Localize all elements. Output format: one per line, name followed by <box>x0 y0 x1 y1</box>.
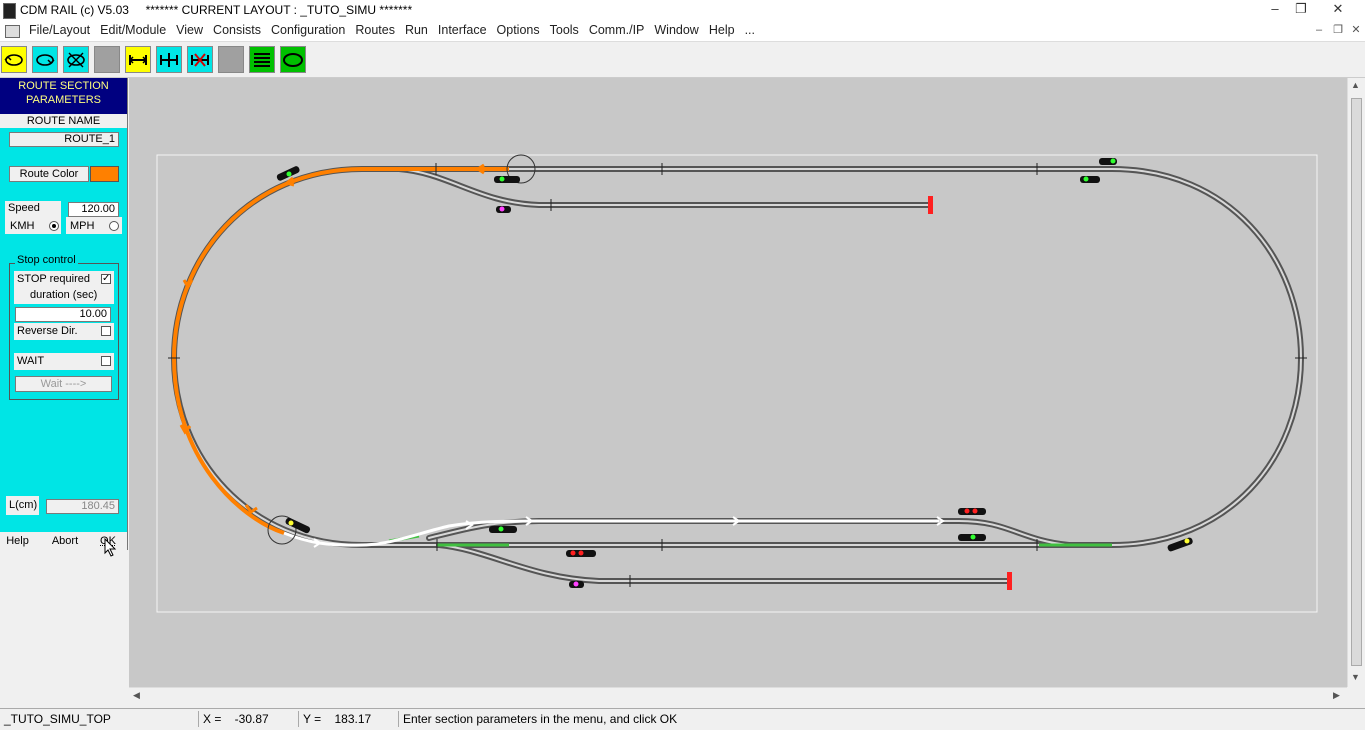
reverse-dir-label: Reverse Dir. <box>17 325 78 337</box>
toolbar-button-5[interactable] <box>125 46 151 73</box>
route-color-swatch[interactable] <box>90 166 119 182</box>
stop-required-label: STOP required <box>17 273 90 285</box>
scroll-left-icon[interactable]: ◀ <box>133 690 140 701</box>
toolbar-button-6[interactable] <box>156 46 182 73</box>
mdi-close-button[interactable]: ✕ <box>1347 23 1365 38</box>
minimize-button[interactable]: – <box>1262 1 1288 17</box>
panel-buttons: Help Abort OK <box>0 532 128 557</box>
section-cross-icon <box>191 52 209 67</box>
wait-button[interactable]: Wait ----> <box>15 376 112 392</box>
duration-label: duration (sec) <box>30 289 98 301</box>
loop-right-icon <box>36 53 55 66</box>
speed-input[interactable]: 120.00 <box>68 202 119 217</box>
status-layout: _TUTO_SIMU_TOP <box>4 712 111 726</box>
menu-item-file-layout[interactable]: File/Layout <box>29 23 90 37</box>
signal-green-right <box>1080 176 1100 183</box>
status-y: Y = 183.17 <box>298 711 396 727</box>
signal-green-top <box>494 176 520 183</box>
loop-left-icon <box>4 53 23 66</box>
loop-cross-icon <box>67 52 85 67</box>
track-layout[interactable] <box>129 78 1347 687</box>
restore-button[interactable]: ❐ <box>1288 1 1314 17</box>
signal-red-right <box>958 508 986 515</box>
vertical-scrollbar[interactable]: ▲ ▼ <box>1347 78 1365 687</box>
toolbar <box>0 42 1365 78</box>
mph-radio[interactable] <box>109 221 119 231</box>
section-split-icon <box>160 52 178 67</box>
scroll-up-icon[interactable]: ▲ <box>1351 80 1360 90</box>
menu-list: File/Layout Edit/Module View Consists Config… <box>29 23 765 37</box>
stop-control-label: Stop control <box>15 254 78 266</box>
wait-checkbox[interactable] <box>101 356 111 366</box>
menu-item-configuration[interactable]: Configuration <box>271 23 345 37</box>
abort-button[interactable]: Abort <box>45 532 85 550</box>
toolbar-button-7[interactable] <box>187 46 213 73</box>
toolbar-button-8[interactable] <box>218 46 244 73</box>
toolbar-button-2[interactable] <box>32 46 58 73</box>
kmh-label: KMH <box>10 220 35 232</box>
menu-item-run[interactable]: Run <box>405 23 428 37</box>
route-section-panel: ROUTE SECTION PARAMETERS ROUTE NAME ROUT… <box>0 78 128 532</box>
toolbar-button-10[interactable] <box>280 46 306 73</box>
menu-item-tools[interactable]: Tools <box>550 23 579 37</box>
menu-item-consists[interactable]: Consists <box>213 23 261 37</box>
menu-item-[interactable]: ... <box>745 23 755 37</box>
list-icon <box>254 52 270 67</box>
status-message: Enter section parameters in the menu, an… <box>398 711 1003 727</box>
speed-label: Speed <box>8 202 40 214</box>
title-bar: CDM RAIL (c) V5.03 ******* CURRENT LAYOU… <box>0 0 1365 21</box>
toolbar-button-3[interactable] <box>63 46 89 73</box>
oval-icon <box>283 52 303 67</box>
menu-item-help[interactable]: Help <box>709 23 735 37</box>
panel-header: ROUTE SECTION PARAMETERS <box>0 78 127 115</box>
toolbar-button-1[interactable] <box>1 46 27 73</box>
mouse-cursor-icon <box>104 538 117 557</box>
stop-required-checkbox[interactable]: ✓ <box>101 274 111 284</box>
route-color-button[interactable]: Route Color <box>9 166 89 182</box>
close-button[interactable]: ✕ <box>1325 1 1351 17</box>
length-label: L(cm) <box>9 499 38 511</box>
blank-icon <box>220 49 242 71</box>
status-bar: _TUTO_SIMU_TOP X = -30.87 Y = 183.17 Ent… <box>0 708 1365 730</box>
menu-item-routes[interactable]: Routes <box>355 23 395 37</box>
menu-item-edit-module[interactable]: Edit/Module <box>100 23 166 37</box>
help-button[interactable]: Help <box>0 532 35 550</box>
mdi-minimize-button[interactable]: – <box>1310 23 1328 38</box>
route-name-label: ROUTE NAME <box>0 114 127 128</box>
length-field: 180.45 <box>46 499 119 514</box>
wait-label: WAIT <box>17 355 45 367</box>
horizontal-scrollbar[interactable]: ◀ ▶ <box>129 687 1347 706</box>
toolbar-button-9[interactable] <box>249 46 275 73</box>
reverse-dir-checkbox[interactable] <box>101 326 111 336</box>
section-icon <box>128 54 148 65</box>
scroll-right-icon[interactable]: ▶ <box>1333 690 1340 701</box>
menu-bar: File/Layout Edit/Module View Consists Config… <box>0 21 1365 42</box>
duration-input[interactable]: 10.00 <box>15 307 111 322</box>
menu-item-view[interactable]: View <box>176 23 203 37</box>
scroll-thumb[interactable] <box>1351 98 1362 666</box>
menu-item-comm-ip[interactable]: Comm./IP <box>589 23 645 37</box>
menu-item-interface[interactable]: Interface <box>438 23 487 37</box>
window-title: CDM RAIL (c) V5.03 ******* CURRENT LAYOU… <box>20 3 413 17</box>
blank-icon <box>96 49 118 71</box>
toolbar-button-4[interactable] <box>94 46 120 73</box>
menu-item-window[interactable]: Window <box>654 23 698 37</box>
route-name-field[interactable]: ROUTE_1 <box>9 132 119 147</box>
mph-label: MPH <box>70 220 95 232</box>
app-icon[interactable] <box>3 3 16 19</box>
menu-item-options[interactable]: Options <box>497 23 540 37</box>
kmh-radio[interactable] <box>49 221 59 231</box>
layout-canvas[interactable] <box>129 78 1347 687</box>
mdi-restore-button[interactable]: ❐ <box>1329 23 1347 38</box>
mdi-window-icon[interactable] <box>5 25 20 38</box>
status-x: X = -30.87 <box>198 711 296 727</box>
scroll-down-icon[interactable]: ▼ <box>1351 672 1360 682</box>
